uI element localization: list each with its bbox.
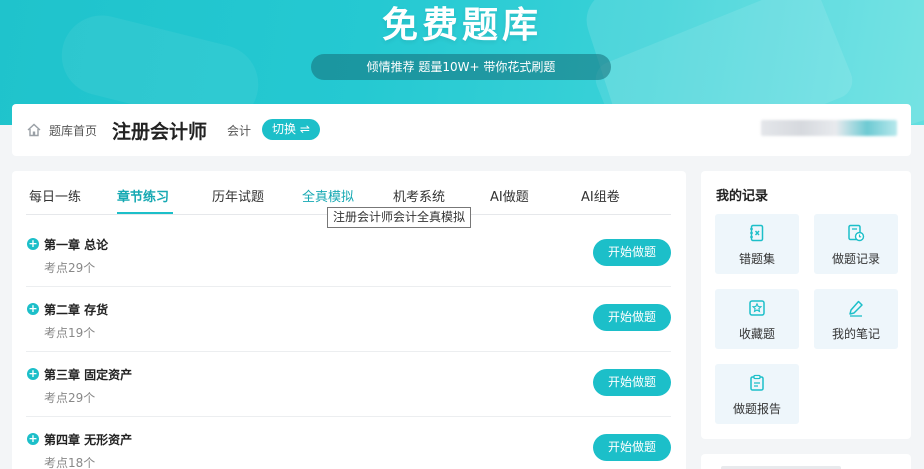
- tab-past-exams[interactable]: 历年试题: [212, 186, 264, 205]
- chapter-item: + 第二章 存货 考点19个 开始做题: [26, 287, 671, 352]
- chapter-item: + 第一章 总论 考点29个 开始做题: [26, 222, 671, 287]
- record-my-notes[interactable]: 我的笔记: [814, 289, 898, 349]
- wrong-notebook-icon: [750, 224, 764, 242]
- tab-computer-exam[interactable]: 机考系统: [393, 186, 445, 205]
- record-practice-history[interactable]: 做题记录: [814, 214, 898, 274]
- record-label: 收藏题: [738, 327, 775, 341]
- record-label: 错题集: [738, 252, 775, 266]
- tab-ai-practice[interactable]: AI做题: [490, 186, 529, 205]
- my-records-panel: 我的记录 错题集 做题记录 收藏题 我的笔记 做题报告: [701, 171, 911, 439]
- expand-plus-icon[interactable]: +: [27, 303, 39, 315]
- switch-subject-button[interactable]: 切换 ⇌: [262, 119, 320, 140]
- record-wrong-questions[interactable]: 错题集: [715, 214, 799, 274]
- chapter-item: + 第四章 无形资产 考点18个 开始做题: [26, 417, 671, 469]
- favorite-star-icon: [749, 300, 765, 316]
- tab-tooltip: 注册会计师会计全真模拟: [327, 207, 472, 228]
- record-label: 做题报告: [732, 402, 781, 416]
- user-info-blurred[interactable]: [761, 120, 897, 136]
- chapter-point-count: 考点29个: [44, 261, 96, 275]
- expand-plus-icon[interactable]: +: [27, 238, 39, 250]
- expand-plus-icon[interactable]: +: [27, 433, 39, 445]
- start-practice-button[interactable]: 开始做题: [593, 434, 671, 461]
- home-icon[interactable]: [26, 122, 42, 138]
- record-practice-report[interactable]: 做题报告: [715, 364, 799, 424]
- exam-header-bar: 题库首页 注册会计师 会计 切换 ⇌: [12, 104, 911, 156]
- page-title: 注册会计师: [112, 121, 208, 143]
- chapter-title[interactable]: 第一章 总论: [44, 236, 108, 253]
- chapter-title[interactable]: 第四章 无形资产: [44, 431, 132, 448]
- secondary-side-panel: [701, 454, 911, 469]
- record-label: 我的笔记: [831, 327, 880, 341]
- chapter-title[interactable]: 第三章 固定资产: [44, 366, 132, 383]
- record-favorites[interactable]: 收藏题: [715, 289, 799, 349]
- start-practice-button[interactable]: 开始做题: [593, 239, 671, 266]
- practice-panel: 每日一练 章节练习 历年试题 全真模拟 机考系统 AI做题 AI组卷 + 第一章…: [12, 171, 686, 469]
- chapter-point-count: 考点18个: [44, 456, 96, 469]
- record-label: 做题记录: [831, 252, 880, 266]
- tab-mock-exam[interactable]: 全真模拟: [302, 186, 354, 205]
- tab-daily-practice[interactable]: 每日一练: [29, 186, 81, 205]
- breadcrumb-home-link[interactable]: 题库首页: [49, 122, 97, 139]
- subject-label: 会计: [227, 124, 252, 138]
- chapter-item: + 第三章 固定资产 考点29个 开始做题: [26, 352, 671, 417]
- tab-ai-paper[interactable]: AI组卷: [581, 186, 620, 205]
- report-clipboard-icon: [750, 374, 764, 391]
- history-record-icon: [848, 224, 865, 242]
- start-practice-button[interactable]: 开始做题: [593, 304, 671, 331]
- chapter-title[interactable]: 第二章 存货: [44, 301, 108, 318]
- chapter-point-count: 考点29个: [44, 391, 96, 405]
- tab-chapter-practice[interactable]: 章节练习: [117, 186, 169, 205]
- chapter-point-count: 考点19个: [44, 326, 96, 340]
- expand-plus-icon[interactable]: +: [27, 368, 39, 380]
- hero-subtitle: 倾情推荐 题量10W+ 带你花式刷题: [311, 54, 611, 80]
- hero-title: 免费题库: [381, 5, 542, 46]
- start-practice-button[interactable]: 开始做题: [593, 369, 671, 396]
- pencil-note-icon: [849, 300, 863, 317]
- records-title: 我的记录: [716, 189, 769, 204]
